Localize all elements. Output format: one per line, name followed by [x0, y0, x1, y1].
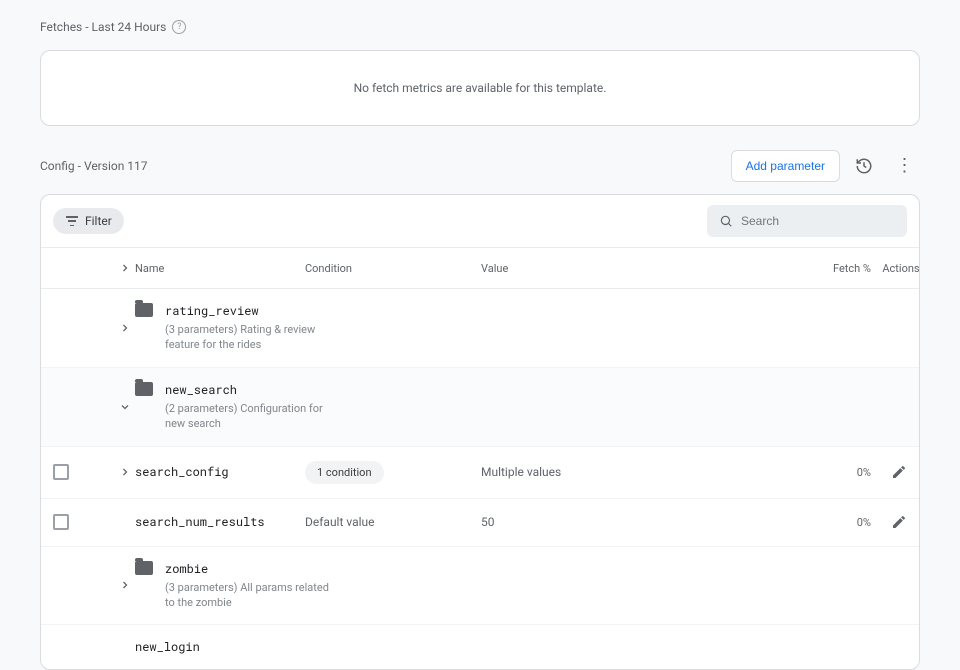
history-icon	[855, 157, 873, 175]
table-header: Name Condition Value Fetch % Actions	[41, 247, 919, 289]
search-input[interactable]	[741, 214, 895, 228]
condition-text: Default value	[305, 515, 481, 529]
config-title: Config - Version 117	[40, 159, 148, 173]
filter-label: Filter	[85, 214, 112, 228]
fetches-empty-text: No fetch metrics are available for this …	[354, 81, 607, 95]
filter-button[interactable]: Filter	[53, 208, 124, 234]
chevron-right-icon	[119, 262, 131, 274]
table-row[interactable]: new_login	[41, 625, 919, 669]
fetch-percent: 0%	[811, 466, 871, 479]
folder-icon	[135, 303, 153, 317]
folder-icon	[135, 382, 153, 396]
folder-icon	[135, 561, 153, 575]
param-desc: (2 parameters) Configuration for new sea…	[165, 401, 335, 432]
col-name: Name	[135, 262, 305, 275]
row-menu[interactable]: ⋮	[915, 513, 920, 532]
config-header: Config - Version 117 Add parameter ⋮	[40, 150, 920, 182]
chevron-right-icon	[119, 466, 131, 478]
row-checkbox[interactable]	[53, 464, 69, 480]
fetches-title: Fetches - Last 24 Hours	[40, 20, 166, 34]
row-menu[interactable]: ⋮	[915, 463, 920, 482]
search-icon	[719, 213, 733, 229]
condition-chip[interactable]: 1 condition	[305, 461, 384, 484]
history-button[interactable]	[848, 150, 880, 182]
param-value: Multiple values	[481, 465, 811, 479]
param-name: search_num_results	[135, 514, 305, 530]
table-row[interactable]: search_num_results Default value 50 0% ⋮	[41, 499, 919, 547]
param-name: search_config	[135, 464, 305, 480]
row-menu[interactable]: ⋮	[915, 318, 920, 337]
col-value: Value	[481, 262, 811, 275]
row-menu[interactable]: ⋮	[915, 576, 920, 595]
menu-button[interactable]: ⋮	[888, 150, 920, 182]
help-icon[interactable]: ?	[172, 20, 186, 34]
expand-toggle[interactable]	[115, 575, 135, 595]
param-desc: (3 parameters) Rating & review feature f…	[165, 322, 335, 353]
add-parameter-button[interactable]: Add parameter	[731, 150, 840, 182]
edit-icon[interactable]	[891, 514, 907, 530]
param-name: rating_review	[165, 303, 335, 319]
param-desc: (3 parameters) All params related to the…	[165, 580, 335, 611]
chevron-right-icon	[119, 322, 131, 334]
row-checkbox[interactable]	[53, 514, 69, 530]
more-vert-icon: ⋮	[896, 157, 913, 175]
collapse-toggle[interactable]	[115, 397, 135, 417]
expand-all-toggle[interactable]	[115, 258, 135, 278]
config-table: Filter Name Condition Value Fetch % Acti…	[40, 194, 920, 670]
chevron-right-icon	[119, 579, 131, 591]
expand-toggle[interactable]	[115, 318, 135, 338]
col-condition: Condition	[305, 262, 481, 275]
expand-toggle[interactable]	[115, 462, 135, 482]
param-value: 50	[481, 515, 811, 529]
table-row[interactable]: new_search (2 parameters) Configuration …	[41, 368, 919, 447]
param-name: zombie	[165, 561, 335, 577]
chevron-down-icon	[119, 401, 131, 413]
param-name: new_search	[165, 382, 335, 398]
row-menu[interactable]: ⋮	[915, 397, 920, 416]
table-row[interactable]: search_config 1 condition Multiple value…	[41, 447, 919, 499]
col-actions: Actions	[871, 262, 920, 275]
fetches-header: Fetches - Last 24 Hours ?	[40, 20, 920, 34]
filter-icon	[65, 216, 79, 226]
edit-icon[interactable]	[891, 464, 907, 480]
fetch-percent: 0%	[811, 516, 871, 529]
table-row[interactable]: rating_review (3 parameters) Rating & re…	[41, 289, 919, 368]
search-box[interactable]	[707, 205, 907, 237]
col-fetch: Fetch %	[811, 262, 871, 275]
param-name: new_login	[135, 639, 200, 655]
fetches-empty-card: No fetch metrics are available for this …	[40, 50, 920, 126]
table-row[interactable]: zombie (3 parameters) All params related…	[41, 547, 919, 626]
